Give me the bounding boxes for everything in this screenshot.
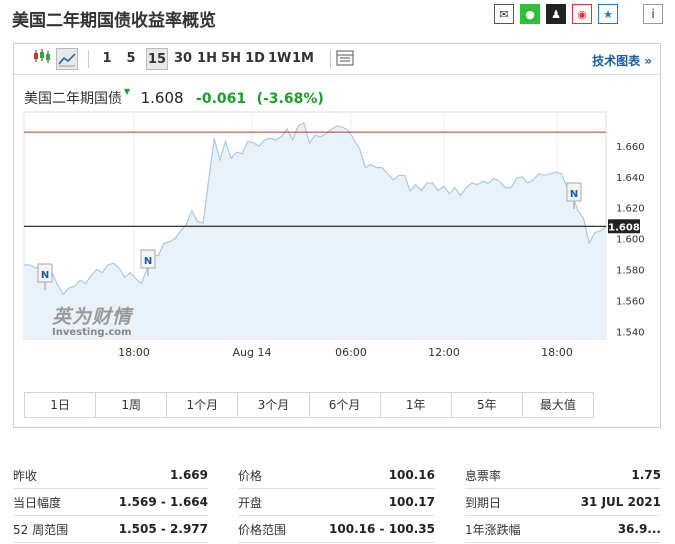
range-最大值[interactable]: 最大值 xyxy=(523,393,593,417)
favorite-star-icon[interactable]: ★ xyxy=(598,4,618,24)
watermark-en: Investing.com xyxy=(52,327,132,338)
stat-row: 息票率 1.75 xyxy=(465,462,661,489)
mail-icon[interactable]: ✉ xyxy=(494,4,514,24)
share-bar: ✉ ● ♟ ◉ ★ xyxy=(494,4,618,24)
stat-row: 昨收 1.669 xyxy=(13,462,208,489)
stat-label: 开盘 xyxy=(238,495,263,510)
stat-label: 52 周范围 xyxy=(13,522,69,537)
stat-row: 当日幅度 1.569 - 1.664 xyxy=(13,489,208,516)
qq-icon[interactable]: ♟ xyxy=(546,4,566,24)
stats-column: 价格 100.16 开盘 100.17 价格范围 100.16 - 100.35 xyxy=(238,462,435,543)
range-1年[interactable]: 1年 xyxy=(381,393,452,417)
y-tick-label: 1.560 xyxy=(616,296,645,307)
news-marker-label: N xyxy=(41,270,49,281)
x-tick-label: 18:00 xyxy=(118,346,150,359)
stat-value: 1.669 xyxy=(170,468,208,482)
stat-row: 开盘 100.17 xyxy=(238,489,435,516)
wechat-icon[interactable]: ● xyxy=(520,4,540,24)
x-tick-label: 18:00 xyxy=(541,346,573,359)
weibo-icon[interactable]: ◉ xyxy=(572,4,592,24)
x-tick-label: Aug 14 xyxy=(233,346,272,359)
stat-label: 价格 xyxy=(238,468,263,483)
y-tick-label: 1.660 xyxy=(616,142,645,153)
stats-column: 昨收 1.669 当日幅度 1.569 - 1.664 52 周范围 1.505 - 2.… xyxy=(13,462,208,543)
stat-label: 当日幅度 xyxy=(13,495,62,510)
stat-label: 到期日 xyxy=(465,495,502,510)
stat-row: 1年涨跌幅 36.9... xyxy=(465,516,661,543)
stats-column: 息票率 1.75 到期日 31 JUL 2021 1年涨跌幅 36.9... xyxy=(465,462,661,543)
investing-watermark: 英为财情 Investing.com xyxy=(52,302,132,338)
stat-value: 100.17 xyxy=(388,495,435,509)
y-tick-label: 1.540 xyxy=(616,327,645,338)
range-1日[interactable]: 1日 xyxy=(25,393,97,417)
stat-label: 1年涨跌幅 xyxy=(465,522,521,537)
stat-value: 100.16 xyxy=(388,468,435,482)
news-marker-label: N xyxy=(144,256,152,267)
stat-row: 价格范围 100.16 - 100.35 xyxy=(238,516,435,543)
x-tick-label: 12:00 xyxy=(428,346,460,359)
range-selector: 1日 1周 1个月 3个月 6个月 1年 5年 最大值 xyxy=(24,392,594,418)
y-tick-label: 1.580 xyxy=(616,266,645,277)
stat-value: 1.569 - 1.664 xyxy=(118,495,208,509)
stat-value: 1.505 - 2.977 xyxy=(118,522,208,536)
range-1周[interactable]: 1周 xyxy=(96,393,168,417)
watermark-cn: 英为财情 xyxy=(52,306,133,328)
chart-panel: 1 5 15 30 1H 5H 1D 1W 1M 技术图表 » 美国二年期国债 ▼ 1.608 -… xyxy=(13,43,661,428)
news-marker-label: N xyxy=(570,189,578,200)
stat-value: 36.9... xyxy=(617,522,661,536)
stat-label: 昨收 xyxy=(13,468,38,483)
stat-value: 100.16 - 100.35 xyxy=(329,522,435,536)
range-3个月[interactable]: 3个月 xyxy=(238,393,310,417)
stat-row: 价格 100.16 xyxy=(238,462,435,489)
page-title: 美国二年期国债收益率概览 xyxy=(12,11,216,31)
stat-label: 息票率 xyxy=(465,468,502,483)
info-icon[interactable]: i xyxy=(643,4,663,24)
stat-value: 1.75 xyxy=(631,468,661,482)
x-tick-label: 06:00 xyxy=(335,346,367,359)
range-5年[interactable]: 5年 xyxy=(452,393,523,417)
y-tick-label: 1.620 xyxy=(616,204,645,215)
stat-row: 到期日 31 JUL 2021 xyxy=(465,489,661,516)
y-tick-label: 1.600 xyxy=(616,235,645,246)
range-6个月[interactable]: 6个月 xyxy=(310,393,381,417)
last-price-tag-label: 1.608 xyxy=(608,222,640,233)
stat-label: 价格范围 xyxy=(238,522,287,537)
stat-value: 31 JUL 2021 xyxy=(580,495,661,509)
range-1个月[interactable]: 1个月 xyxy=(167,393,239,417)
stat-row: 52 周范围 1.505 - 2.977 xyxy=(13,516,208,543)
y-tick-label: 1.640 xyxy=(616,173,645,184)
